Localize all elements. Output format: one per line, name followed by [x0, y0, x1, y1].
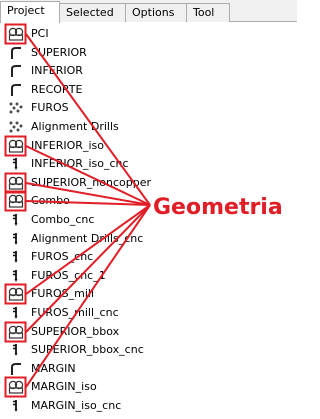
tree-item[interactable]: INFERIOR_iso_cnc	[0, 155, 297, 173]
tree-item-label: MARGIN	[31, 362, 76, 375]
cnc-job-icon	[8, 399, 24, 413]
tree-item-label: SUPERIOR_bbox_cnc	[31, 343, 144, 356]
tree-item-label: Combo_cnc	[31, 213, 95, 226]
geometry-icon	[8, 194, 24, 208]
tree-item-label: MARGIN_iso_cnc	[31, 399, 122, 412]
tree-item[interactable]: FUROS_mill	[0, 285, 297, 303]
tree-item[interactable]: PCI	[0, 25, 297, 43]
geometry-icon	[8, 287, 24, 301]
geometry-icon	[8, 139, 24, 153]
tree-item-label: FUROS	[31, 101, 69, 114]
tab-selected[interactable]: Selected	[59, 3, 126, 22]
tree-item[interactable]: INFERIOR_iso	[0, 137, 297, 155]
tree-item[interactable]: SUPERIOR_bbox_cnc	[0, 341, 297, 359]
drill-points-icon	[8, 101, 24, 115]
tree-item-label: INFERIOR_iso	[31, 139, 104, 152]
tree-item-label: Alignment Drills_cnc	[31, 232, 144, 245]
drill-points-icon	[8, 120, 24, 134]
tree-item[interactable]: FUROS	[0, 99, 297, 117]
tree-item-label: PCI	[31, 27, 49, 40]
tab-tool[interactable]: Tool	[186, 3, 230, 22]
tree-item[interactable]: Alignment Drills	[0, 118, 297, 136]
tree-item[interactable]: FUROS_mill_cnc	[0, 304, 297, 322]
tree-item[interactable]: SUPERIOR	[0, 44, 297, 62]
tree-item[interactable]: MARGIN	[0, 360, 297, 378]
tab-project[interactable]: Project	[0, 1, 60, 23]
cnc-job-icon	[8, 306, 24, 320]
tree-item-label: INFERIOR_iso_cnc	[31, 157, 129, 170]
geometry-icon	[8, 325, 24, 339]
tree-item-label: MARGIN_iso	[31, 380, 97, 393]
path-icon	[8, 362, 24, 376]
path-icon	[8, 83, 24, 97]
tree-item-label: FUROS_mill	[31, 287, 95, 300]
tree-item-label: FUROS_cnc_1	[31, 269, 106, 282]
tree-item[interactable]: MARGIN_iso	[0, 378, 297, 396]
path-icon	[8, 46, 24, 60]
cnc-job-icon	[8, 157, 24, 171]
geometry-icon	[8, 27, 24, 41]
tab-bar: Project Selected Options Tool	[0, 0, 297, 23]
tree-item-label: FUROS_mill_cnc	[31, 306, 119, 319]
tree-item-label: RECORTE	[31, 83, 83, 96]
cnc-job-icon	[8, 213, 24, 227]
geometria-callout: Geometria	[153, 195, 283, 220]
tree-item-label: INFERIOR	[31, 64, 83, 77]
tree-item[interactable]: FUROS_cnc	[0, 248, 297, 266]
tree-item[interactable]: SUPERIOR_bbox	[0, 323, 297, 341]
tree-item-label: SUPERIOR_noncopper	[31, 176, 152, 189]
tree-item[interactable]: RECORTE	[0, 81, 297, 99]
tree-item[interactable]: Alignment Drills_cnc	[0, 230, 297, 248]
tree-item[interactable]: FUROS_cnc_1	[0, 267, 297, 285]
cnc-job-icon	[8, 232, 24, 246]
tree-item-label: Alignment Drills	[31, 120, 119, 133]
cnc-job-icon	[8, 269, 24, 283]
cnc-job-icon	[8, 343, 24, 357]
tree-item-label: FUROS_cnc	[31, 250, 94, 263]
tree-item-label: SUPERIOR	[31, 46, 87, 59]
tree-item[interactable]: MARGIN_iso_cnc	[0, 397, 297, 415]
tab-options[interactable]: Options	[125, 3, 187, 22]
path-icon	[8, 64, 24, 78]
geometry-icon	[8, 380, 24, 394]
tree-item-label: SUPERIOR_bbox	[31, 325, 120, 338]
tree-item[interactable]: INFERIOR	[0, 62, 297, 80]
tree-item[interactable]: SUPERIOR_noncopper	[0, 174, 297, 192]
tree-item-label: Combo	[31, 194, 70, 207]
geometry-icon	[8, 176, 24, 190]
cnc-job-icon	[8, 250, 24, 264]
